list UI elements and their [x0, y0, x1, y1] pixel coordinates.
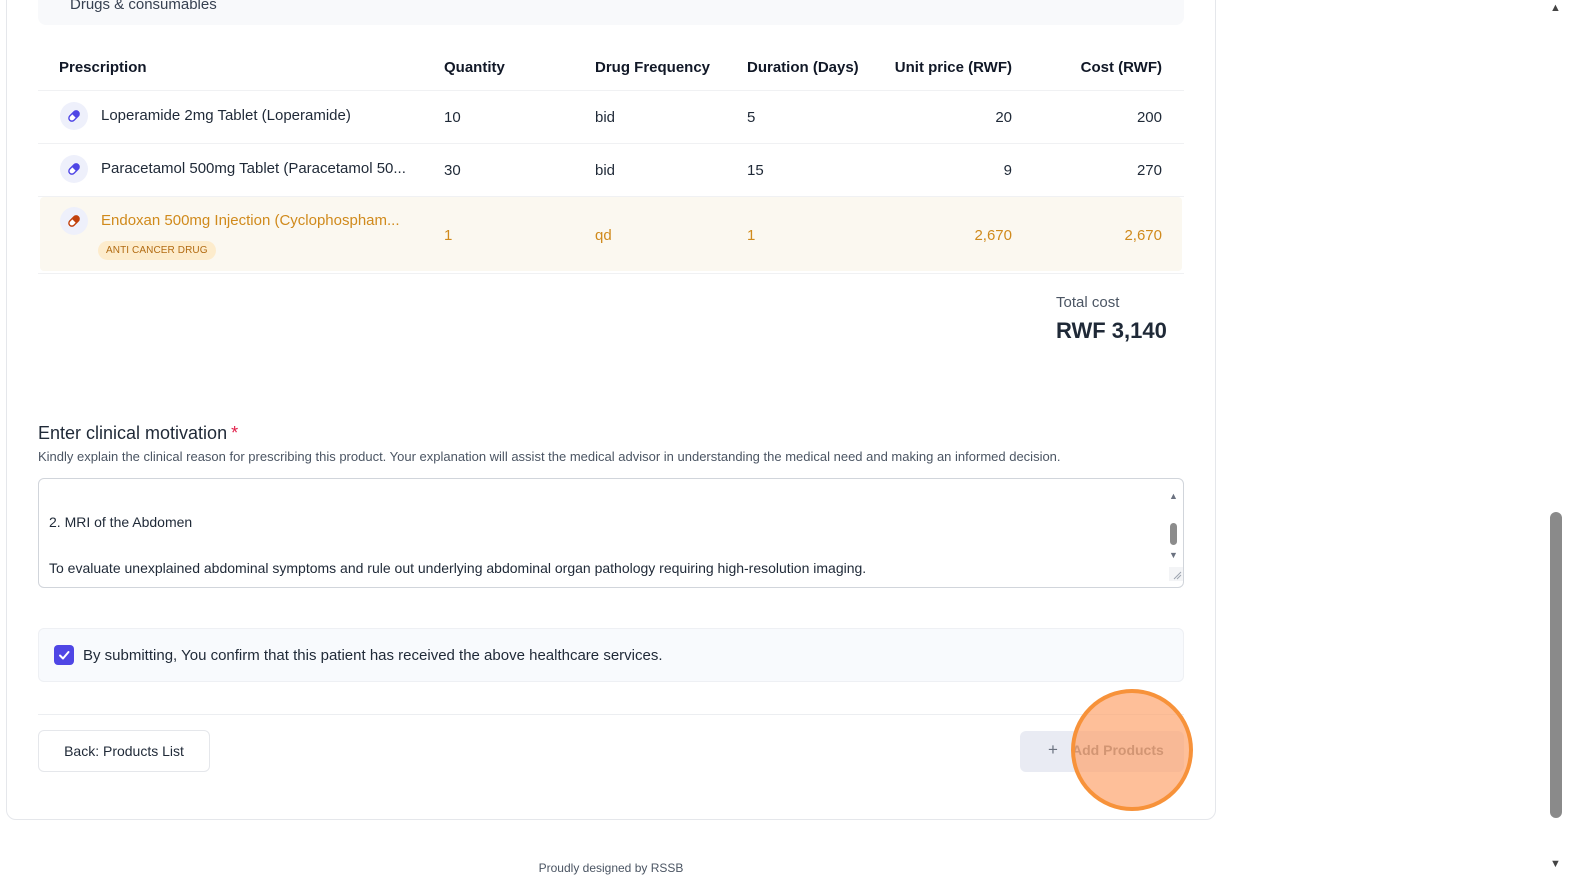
row-name: Loperamide 2mg Tablet (Loperamide)	[101, 107, 351, 124]
row-quantity: 1	[444, 227, 453, 244]
divider	[38, 714, 1184, 715]
confirmation-box: By submitting, You confirm that this pat…	[38, 628, 1184, 682]
confirm-text: By submitting, You confirm that this pat…	[83, 647, 663, 664]
page-scrollbar[interactable]: ▲ ▼	[1545, 0, 1567, 878]
scroll-down-icon[interactable]: ▼	[1550, 858, 1561, 870]
check-icon	[59, 651, 70, 660]
total-cost-value: RWF 3,140	[1056, 318, 1167, 343]
row-divider	[38, 273, 1184, 274]
row-divider	[38, 143, 1184, 144]
textarea-line: 2. MRI of the Abdomen	[49, 514, 193, 530]
scroll-up-icon[interactable]: ▲	[1550, 2, 1561, 14]
clinical-motivation-textarea[interactable]: 2. MRI of the Abdomen To evaluate unexpl…	[38, 478, 1184, 588]
required-mark: *	[231, 423, 239, 443]
textarea-scroll-thumb[interactable]	[1170, 523, 1177, 545]
row-unit-price: 9	[1003, 162, 1012, 179]
row-frequency: bid	[595, 162, 616, 179]
back-products-list-button[interactable]: Back: Products List	[38, 730, 210, 772]
row-cost: 2,670	[1124, 227, 1162, 244]
scroll-thumb[interactable]	[1550, 512, 1562, 818]
row-duration: 15	[747, 162, 764, 179]
row-frequency: qd	[595, 227, 612, 244]
row-cost: 200	[1136, 109, 1162, 126]
header-duration: Duration (Days)	[747, 59, 859, 76]
plus-icon: +	[1048, 740, 1058, 759]
pill-icon	[60, 155, 88, 183]
row-quantity: 10	[444, 109, 461, 126]
motivation-label-text: Enter clinical motivation	[38, 423, 228, 443]
row-name: Endoxan 500mg Injection (Cyclophospham..…	[101, 212, 400, 229]
row-unit-price: 2,670	[974, 227, 1012, 244]
header-unit-price: Unit price (RWF)	[894, 59, 1012, 76]
row-frequency: bid	[595, 109, 616, 126]
row-unit-price: 20	[995, 109, 1012, 126]
total-cost-label: Total cost	[1056, 294, 1120, 311]
row-name: Paracetamol 500mg Tablet (Paracetamol 50…	[101, 160, 406, 177]
anti-cancer-badge: ANTI CANCER DRUG	[98, 241, 216, 260]
section-title: Drugs & consumables	[70, 0, 217, 13]
footer-text: Proudly designed by RSSB	[538, 861, 684, 875]
row-cost: 270	[1136, 162, 1162, 179]
header-quantity: Quantity	[444, 59, 505, 76]
row-divider	[38, 90, 1184, 91]
row-quantity: 30	[444, 162, 461, 179]
textarea-scroll-up-icon[interactable]: ▲	[1169, 491, 1178, 501]
pill-icon	[60, 102, 88, 130]
row-duration: 5	[747, 109, 756, 126]
row-duration: 1	[747, 227, 756, 244]
header-prescription: Prescription	[59, 59, 147, 76]
header-frequency: Drug Frequency	[595, 59, 711, 76]
resize-handle-icon[interactable]	[1169, 567, 1183, 581]
confirm-checkbox[interactable]	[54, 645, 74, 665]
add-products-button[interactable]: + Add Products	[1020, 731, 1184, 772]
textarea-scroll-down-icon[interactable]: ▼	[1169, 550, 1178, 560]
textarea-line: To evaluate unexplained abdominal sympto…	[49, 560, 867, 576]
pill-icon	[60, 207, 88, 235]
add-products-label: Add Products	[1072, 742, 1164, 758]
header-cost: Cost (RWF)	[1080, 59, 1162, 76]
motivation-label: Enter clinical motivation *	[38, 423, 238, 444]
motivation-help-text: Kindly explain the clinical reason for p…	[38, 449, 1061, 464]
